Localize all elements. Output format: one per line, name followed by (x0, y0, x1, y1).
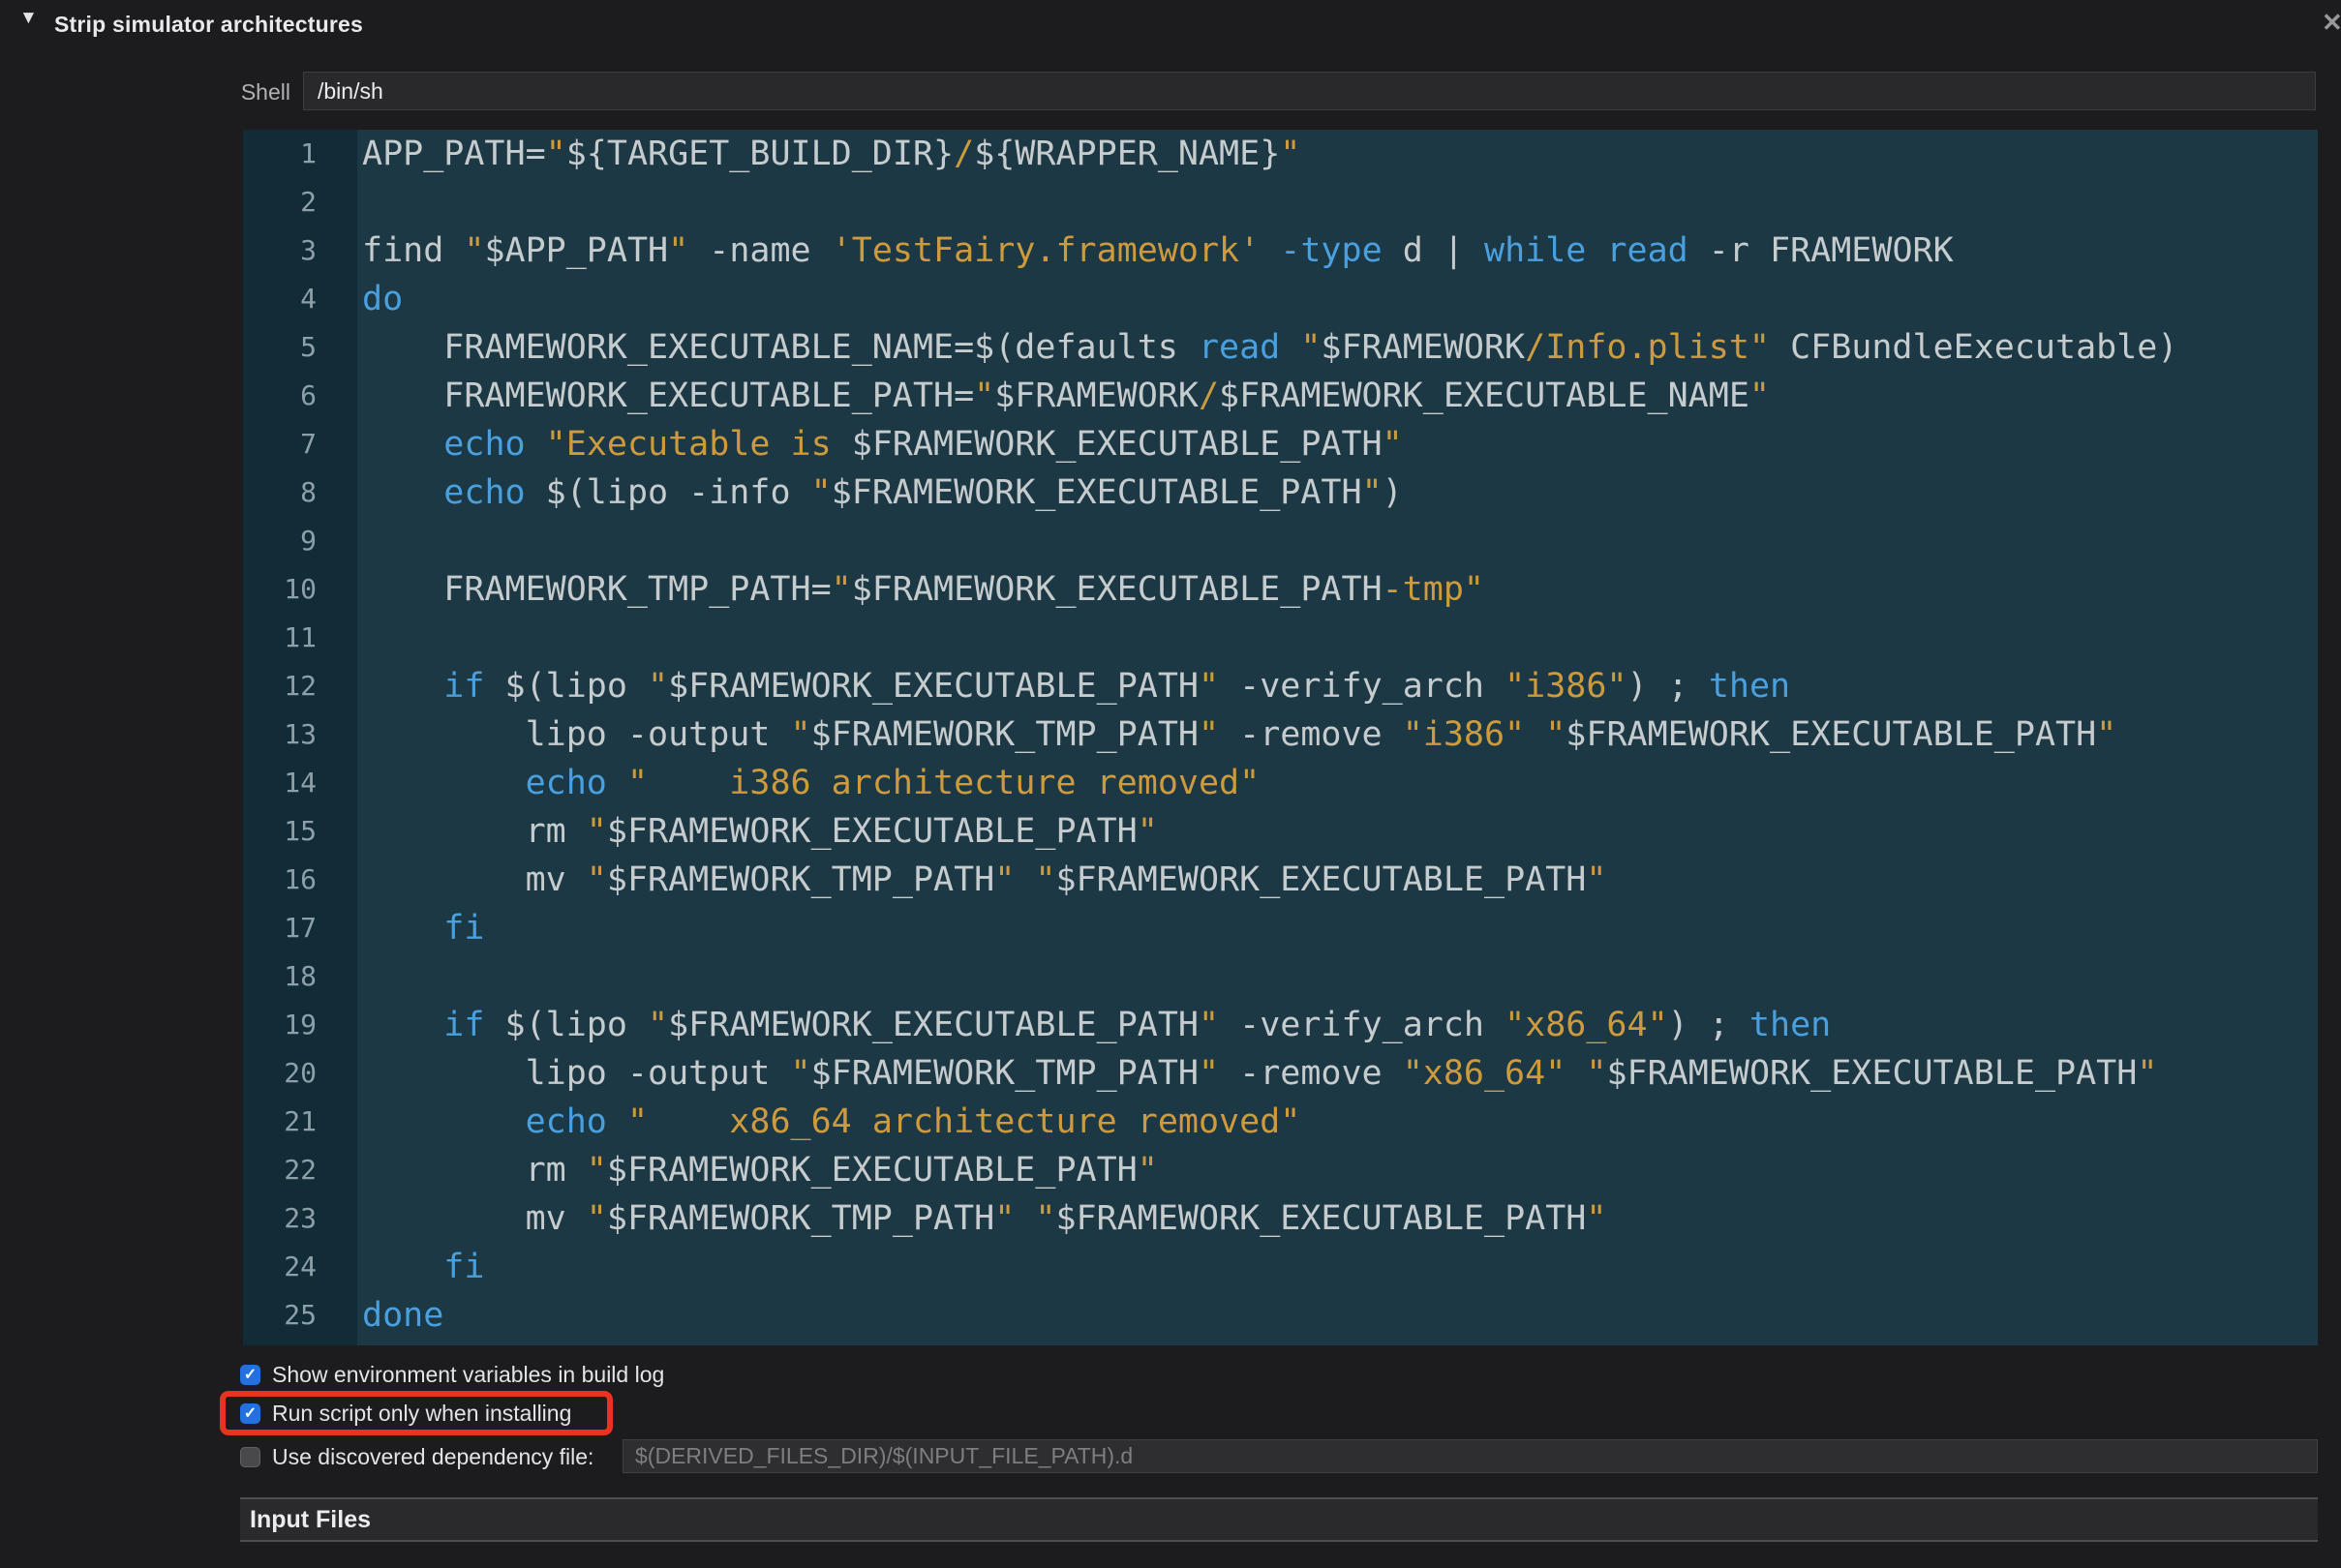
line-number: 21 (284, 1105, 317, 1137)
line-number: 20 (284, 1057, 317, 1089)
code-line[interactable] (362, 178, 2318, 226)
line-number: 13 (284, 718, 317, 750)
code-line[interactable]: FRAMEWORK_EXECUTABLE_NAME=$(defaults rea… (362, 323, 2318, 372)
line-number: 12 (284, 670, 317, 702)
line-number-gutter: 1 2 3 4 5 6 7 8 9 10 11 12 13 14 15 16 17 18 19 20 21 22 23 24 2… (243, 130, 357, 1345)
line-number: 2 (300, 186, 317, 218)
line-number: 1 (300, 137, 317, 169)
code-line[interactable]: if $(lipo "$FRAMEWORK_EXECUTABLE_PATH" -… (362, 1001, 2318, 1049)
dependency-file-input[interactable]: $(DERIVED_FILES_DIR)/$(INPUT_FILE_PATH).… (623, 1439, 2318, 1473)
close-icon[interactable]: ✕ (2322, 8, 2341, 38)
show-env-row: ✓ Show environment variables in build lo… (240, 1360, 664, 1389)
line-number: 14 (284, 767, 317, 799)
line-number: 15 (284, 815, 317, 847)
code-line[interactable]: mv "$FRAMEWORK_TMP_PATH" "$FRAMEWORK_EXE… (362, 856, 2318, 904)
line-number: 7 (300, 428, 317, 460)
code-line[interactable]: lipo -output "$FRAMEWORK_TMP_PATH" -remo… (362, 1049, 2318, 1098)
line-number: 25 (284, 1299, 317, 1331)
code-line[interactable]: echo " i386 architecture removed" (362, 759, 2318, 807)
line-number: 22 (284, 1154, 317, 1186)
line-number: 18 (284, 960, 317, 992)
show-env-label: Show environment variables in build log (272, 1361, 665, 1387)
line-number: 8 (300, 476, 317, 508)
script-code-area[interactable]: APP_PATH="${TARGET_BUILD_DIR}/${WRAPPER_… (357, 130, 2318, 1345)
code-line[interactable] (362, 952, 2318, 1001)
dependency-file-row: Use discovered dependency file: (240, 1442, 593, 1471)
code-line[interactable]: echo "Executable is $FRAMEWORK_EXECUTABL… (362, 420, 2318, 468)
code-line[interactable]: done (362, 1291, 2318, 1340)
run-install-row: ✓ Run script only when installing (240, 1399, 571, 1428)
run-install-label: Run script only when installing (272, 1400, 572, 1426)
dependency-file-label: Use discovered dependency file: (272, 1443, 594, 1469)
line-number: 24 (284, 1251, 317, 1282)
shell-input[interactable]: /bin/sh (303, 72, 2316, 110)
code-line[interactable]: mv "$FRAMEWORK_TMP_PATH" "$FRAMEWORK_EXE… (362, 1194, 2318, 1243)
line-number: 3 (300, 234, 317, 266)
code-line[interactable]: FRAMEWORK_EXECUTABLE_PATH="$FRAMEWORK/$F… (362, 372, 2318, 420)
line-number: 11 (284, 621, 317, 653)
code-line[interactable]: rm "$FRAMEWORK_EXECUTABLE_PATH" (362, 807, 2318, 856)
run-script-build-phase-panel: { "header": { "title": "Strip simulator … (0, 0, 2341, 1568)
show-env-checkbox[interactable]: ✓ (240, 1364, 260, 1385)
code-line[interactable]: find "$APP_PATH" -name 'TestFairy.framew… (362, 226, 2318, 275)
code-line[interactable]: fi (362, 904, 2318, 952)
code-line[interactable]: lipo -output "$FRAMEWORK_TMP_PATH" -remo… (362, 710, 2318, 759)
code-line[interactable] (362, 517, 2318, 565)
line-number: 17 (284, 912, 317, 944)
input-files-section-header[interactable]: Input Files (240, 1497, 2318, 1542)
shell-label: Shell (240, 79, 290, 105)
line-number: 5 (300, 331, 317, 363)
run-install-checkbox[interactable]: ✓ (240, 1402, 260, 1424)
code-line[interactable]: echo $(lipo -info "$FRAMEWORK_EXECUTABLE… (362, 468, 2318, 517)
code-line[interactable]: FRAMEWORK_TMP_PATH="$FRAMEWORK_EXECUTABL… (362, 565, 2318, 614)
line-number: 6 (300, 379, 317, 411)
line-number: 23 (284, 1202, 317, 1234)
line-number: 9 (300, 525, 317, 557)
code-line[interactable]: APP_PATH="${TARGET_BUILD_DIR}/${WRAPPER_… (362, 130, 2318, 178)
disclosure-triangle-icon[interactable]: ▼ (19, 8, 38, 29)
dependency-file-placeholder: $(DERIVED_FILES_DIR)/$(INPUT_FILE_PATH).… (635, 1443, 1134, 1468)
build-phase-title: Strip simulator architectures (54, 12, 363, 37)
line-number: 16 (284, 863, 317, 895)
code-line[interactable]: if $(lipo "$FRAMEWORK_EXECUTABLE_PATH" -… (362, 662, 2318, 710)
dependency-file-checkbox[interactable] (240, 1446, 260, 1467)
code-line[interactable]: echo " x86_64 architecture removed" (362, 1098, 2318, 1146)
code-line[interactable]: do (362, 275, 2318, 323)
script-editor[interactable]: 1 2 3 4 5 6 7 8 9 10 11 12 13 14 15 16 17 18 19 20 21 22 23 24 2… (243, 130, 2318, 1345)
line-number: 10 (284, 573, 317, 605)
input-files-title: Input Files (250, 1506, 371, 1533)
code-line[interactable]: rm "$FRAMEWORK_EXECUTABLE_PATH" (362, 1146, 2318, 1194)
line-number: 19 (284, 1009, 317, 1040)
code-line[interactable]: fi (362, 1243, 2318, 1291)
line-number: 4 (300, 283, 317, 315)
code-line[interactable] (362, 614, 2318, 662)
